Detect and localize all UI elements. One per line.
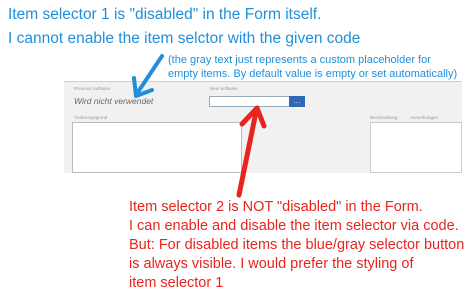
red-note-line-5: item selector 1 bbox=[129, 275, 224, 291]
arrow-down-left-icon bbox=[132, 54, 164, 98]
blue-note-line-2: I cannot enable the item selctor with th… bbox=[8, 30, 361, 47]
field2-label: New Software bbox=[210, 86, 239, 91]
textarea-1[interactable] bbox=[72, 122, 242, 173]
blue-note-small-line-2: empty items. By default value is empty o… bbox=[168, 68, 458, 80]
item-selector-2-button[interactable]: ... bbox=[289, 96, 305, 107]
blue-note-line-1: Item selector 1 is "disabled" in the For… bbox=[8, 6, 322, 23]
red-note-line-4: is always visible. I would prefer the st… bbox=[129, 256, 414, 272]
red-note-line-3: But: For disabled items the blue/gray se… bbox=[129, 237, 465, 253]
textarea2-label: Beschreibung bbox=[370, 115, 398, 120]
textarea3-label: Anmerkungen bbox=[410, 115, 439, 120]
red-note-line-2: I can enable and disable the item select… bbox=[129, 218, 459, 234]
field1-label: Previous Software bbox=[74, 86, 111, 91]
form-top-divider bbox=[64, 81, 462, 82]
arrow-up-icon bbox=[236, 105, 267, 198]
textarea1-label: Änderungsgrund bbox=[74, 115, 108, 120]
blue-note-small-line-1: (the gray text just represents a custom … bbox=[168, 54, 431, 66]
red-note-line-1: Item selector 2 is NOT "disabled" in the… bbox=[129, 199, 423, 215]
textarea-2[interactable] bbox=[370, 122, 462, 173]
